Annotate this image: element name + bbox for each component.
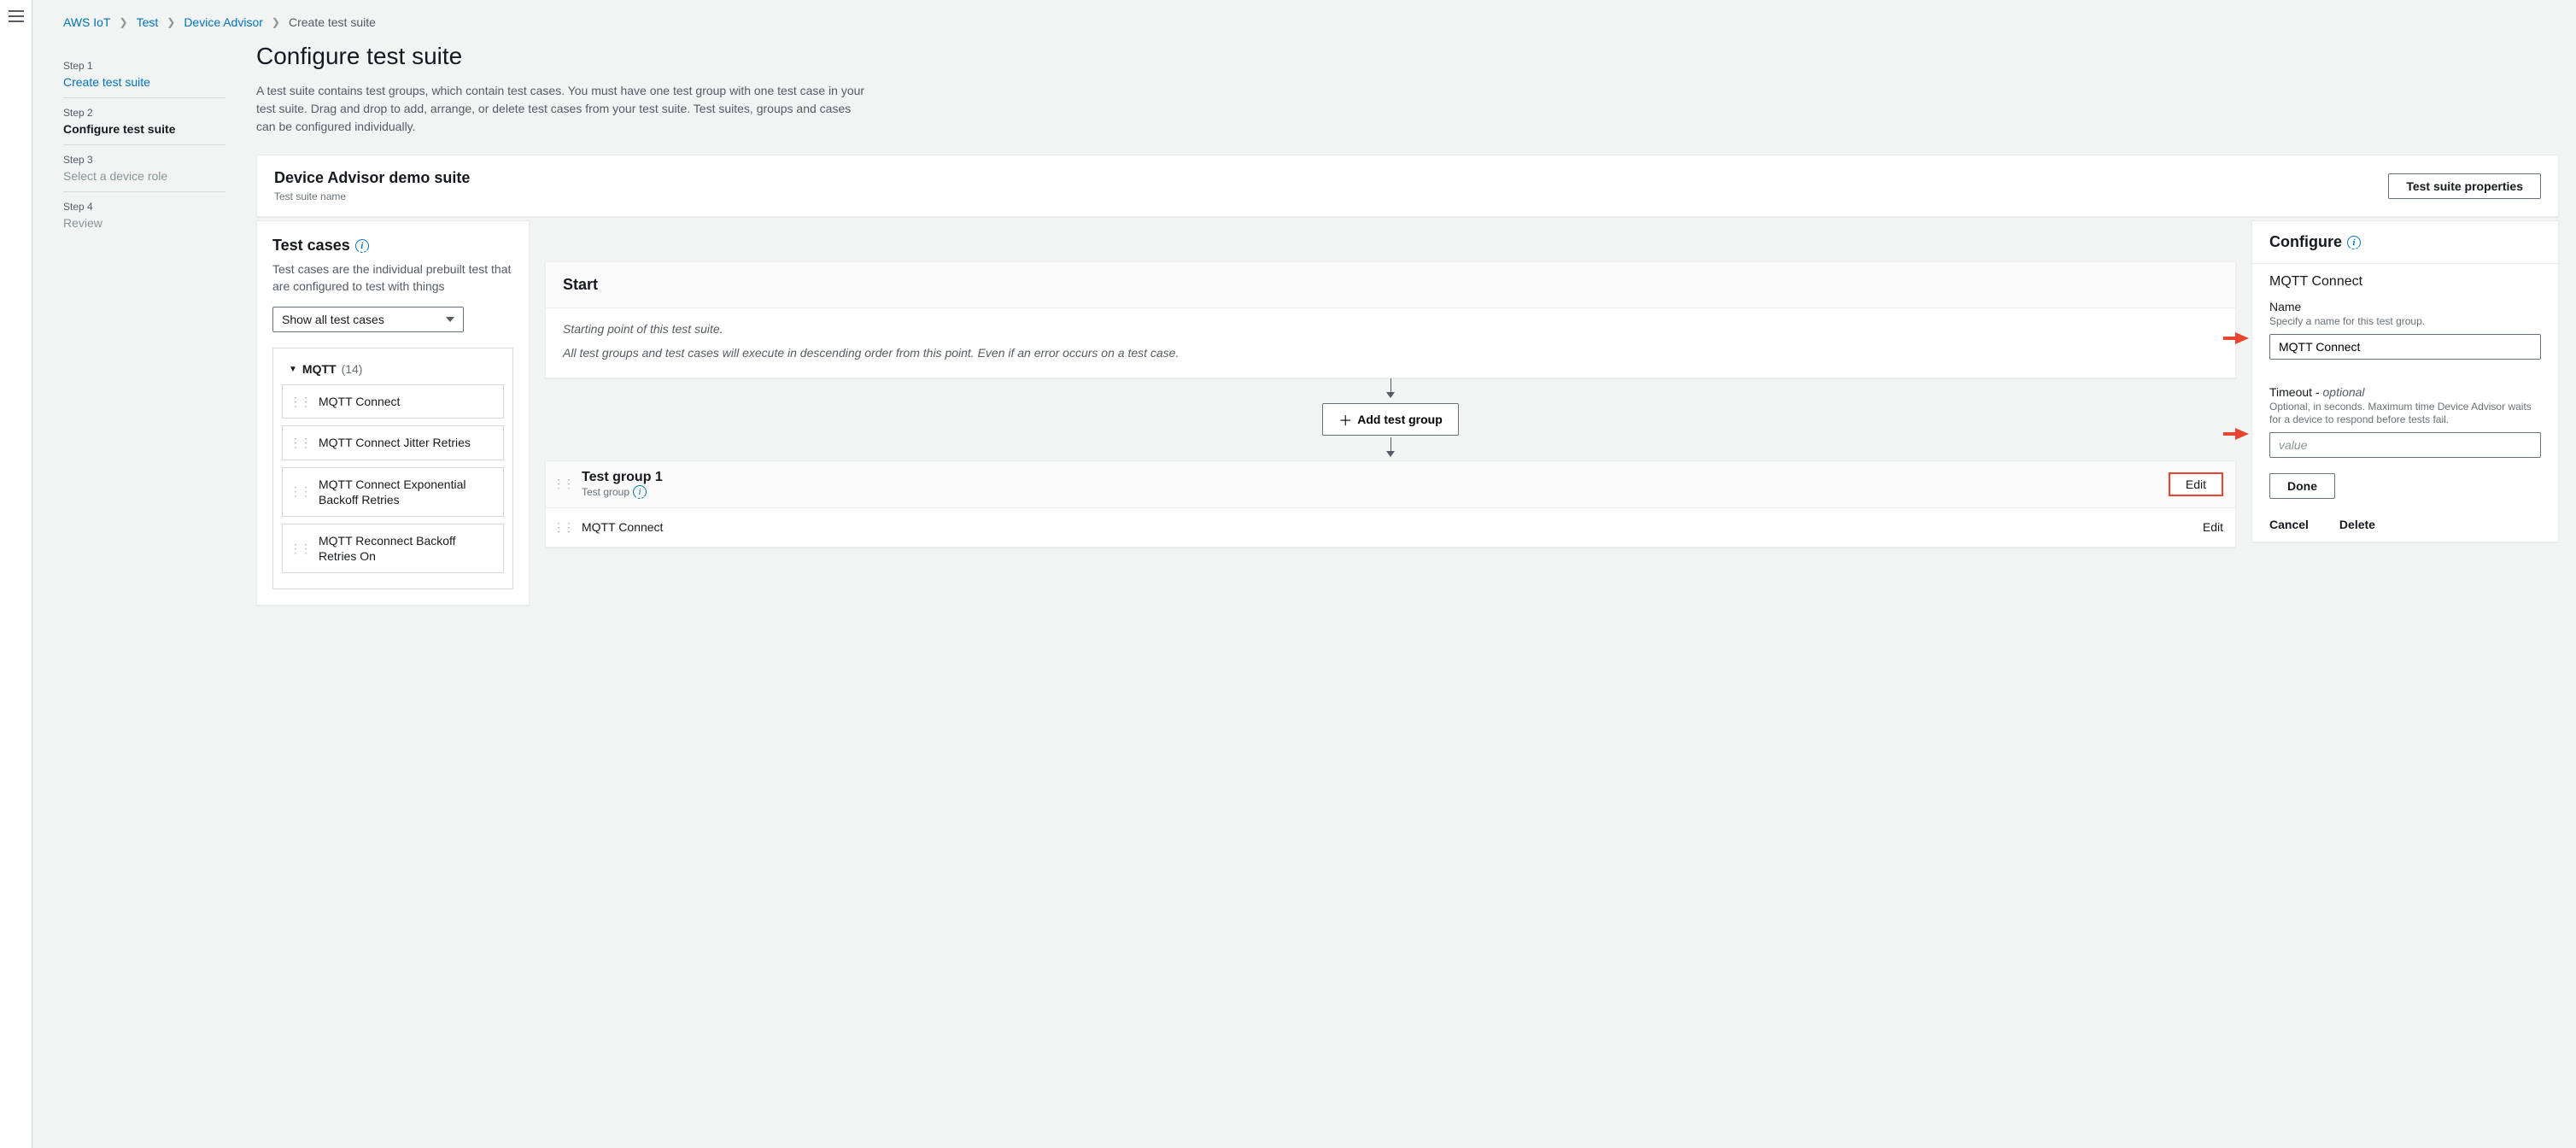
timeout-label-text: Timeout - xyxy=(2269,385,2323,399)
page-title: Configure test suite xyxy=(256,43,2559,70)
step-number: Step 1 xyxy=(63,60,225,72)
start-panel: Start Starting point of this test suite.… xyxy=(545,261,2236,378)
tree-group-name: MQTT xyxy=(302,362,337,376)
info-icon[interactable]: i xyxy=(633,485,647,499)
cancel-link[interactable]: Cancel xyxy=(2269,518,2309,531)
flow-connector xyxy=(545,437,2236,460)
plus-icon: ＋ xyxy=(1338,409,1352,430)
optional-text: optional xyxy=(2323,385,2365,399)
start-line1: Starting point of this test suite. xyxy=(563,320,2218,337)
breadcrumb-link[interactable]: Device Advisor xyxy=(184,15,263,29)
tree-group-mqtt[interactable]: ▼ MQTT (14) xyxy=(282,357,504,384)
wizard-step-3: Step 3 Select a device role xyxy=(63,145,225,192)
flow-column: Start Starting point of this test suite.… xyxy=(545,220,2236,548)
step-number: Step 4 xyxy=(63,201,225,213)
test-case-filter-select[interactable]: Show all test cases xyxy=(272,307,464,332)
info-icon[interactable]: i xyxy=(355,239,369,253)
drag-handle-icon[interactable]: ⋮⋮ xyxy=(290,542,310,556)
suite-name: Device Advisor demo suite xyxy=(274,169,470,187)
configure-panel: Configure i MQTT Connect Name Specify a … xyxy=(2251,220,2559,542)
step-title: Review xyxy=(63,216,225,230)
drag-handle-icon[interactable]: ⋮⋮ xyxy=(290,395,310,409)
wizard-step-2: Step 2 Configure test suite xyxy=(63,98,225,145)
tree-group-count: (14) xyxy=(342,362,363,376)
breadcrumb: AWS IoT ❯ Test ❯ Device Advisor ❯ Create… xyxy=(32,0,2576,43)
timeout-input[interactable] xyxy=(2269,432,2541,458)
wizard-nav: Step 1 Create test suite Step 2 Configur… xyxy=(32,43,256,606)
timeout-field-help: Optional, in seconds. Maximum time Devic… xyxy=(2269,401,2541,427)
drag-handle-icon[interactable]: ⋮⋮ xyxy=(290,484,310,499)
page-description: A test suite contains test groups, which… xyxy=(256,82,871,136)
drag-handle-icon[interactable]: ⋮⋮ xyxy=(290,436,310,450)
name-input[interactable] xyxy=(2269,334,2541,360)
test-cases-panel: Test cases i Test cases are the individu… xyxy=(256,220,530,606)
test-group-title: Test group 1 xyxy=(582,470,663,485)
edit-test-group-button[interactable]: Edit xyxy=(2169,472,2223,496)
test-case-tree: ▼ MQTT (14) ⋮⋮ MQTT Connect ⋮⋮ xyxy=(272,348,513,589)
test-group-row: ⋮⋮ MQTT Connect Edit xyxy=(546,508,2235,547)
test-case-label: MQTT Connect Exponential Backoff Retries xyxy=(319,477,495,507)
test-case-item[interactable]: ⋮⋮ MQTT Connect Jitter Retries xyxy=(282,425,504,460)
test-suite-properties-button[interactable]: Test suite properties xyxy=(2388,173,2541,199)
wizard-step-1[interactable]: Step 1 Create test suite xyxy=(63,51,225,98)
hamburger-icon xyxy=(9,10,24,22)
configure-subtitle: MQTT Connect xyxy=(2252,264,2558,290)
arrow-down-icon xyxy=(1386,392,1395,398)
drag-handle-icon[interactable]: ⋮⋮ xyxy=(553,477,573,491)
flow-connector xyxy=(545,378,2236,401)
name-field-help: Specify a name for this test group. xyxy=(2269,315,2541,329)
test-group-sublabel: Test group xyxy=(582,486,629,498)
test-group-panel: ⋮⋮ Test group 1 Test group i xyxy=(545,460,2236,548)
caret-down-icon: ▼ xyxy=(289,365,297,374)
test-case-label: MQTT Connect Jitter Retries xyxy=(319,435,471,450)
edit-test-case-link[interactable]: Edit xyxy=(2203,520,2223,534)
timeout-field-label: Timeout - optional xyxy=(2269,385,2541,399)
test-case-label: MQTT Connect xyxy=(319,394,400,409)
breadcrumb-current: Create test suite xyxy=(289,15,376,29)
test-case-item[interactable]: ⋮⋮ MQTT Connect Exponential Backoff Retr… xyxy=(282,467,504,517)
start-heading: Start xyxy=(546,262,2235,308)
chevron-right-icon: ❯ xyxy=(272,16,280,28)
start-line2: All test groups and test cases will exec… xyxy=(563,344,2218,361)
wizard-step-4: Step 4 Review xyxy=(63,192,225,238)
test-cases-title-text: Test cases xyxy=(272,237,350,255)
test-case-label: MQTT Reconnect Backoff Retries On xyxy=(319,533,495,564)
test-group-row-label: MQTT Connect xyxy=(582,520,663,534)
delete-link[interactable]: Delete xyxy=(2339,518,2375,531)
test-case-item[interactable]: ⋮⋮ MQTT Connect xyxy=(282,384,504,419)
drag-handle-icon[interactable]: ⋮⋮ xyxy=(553,520,573,535)
annotation-arrow-icon xyxy=(2235,428,2249,440)
step-title: Select a device role xyxy=(63,169,225,183)
breadcrumb-link[interactable]: AWS IoT xyxy=(63,15,111,29)
name-field-label: Name xyxy=(2269,300,2541,313)
step-title: Configure test suite xyxy=(63,122,225,136)
test-case-item[interactable]: ⋮⋮ MQTT Reconnect Backoff Retries On xyxy=(282,524,504,573)
test-cases-description: Test cases are the individual prebuilt t… xyxy=(272,261,513,295)
configure-heading: Configure xyxy=(2269,233,2342,251)
step-number: Step 3 xyxy=(63,154,225,166)
chevron-right-icon: ❯ xyxy=(167,16,175,28)
add-test-group-label: Add test group xyxy=(1357,413,1443,426)
suite-header-panel: Device Advisor demo suite Test suite nam… xyxy=(256,155,2559,217)
side-nav-toggle[interactable] xyxy=(0,0,32,1148)
add-test-group-button[interactable]: ＋ Add test group xyxy=(1322,403,1459,436)
info-icon[interactable]: i xyxy=(2347,236,2361,249)
suite-name-sublabel: Test suite name xyxy=(274,190,470,202)
chevron-right-icon: ❯ xyxy=(120,16,128,28)
test-cases-heading: Test cases i xyxy=(272,237,513,255)
annotation-arrow-icon xyxy=(2235,332,2249,344)
breadcrumb-link[interactable]: Test xyxy=(137,15,159,29)
arrow-down-icon xyxy=(1386,451,1395,457)
done-button[interactable]: Done xyxy=(2269,473,2335,499)
step-number: Step 2 xyxy=(63,107,225,119)
step-title: Create test suite xyxy=(63,75,225,89)
